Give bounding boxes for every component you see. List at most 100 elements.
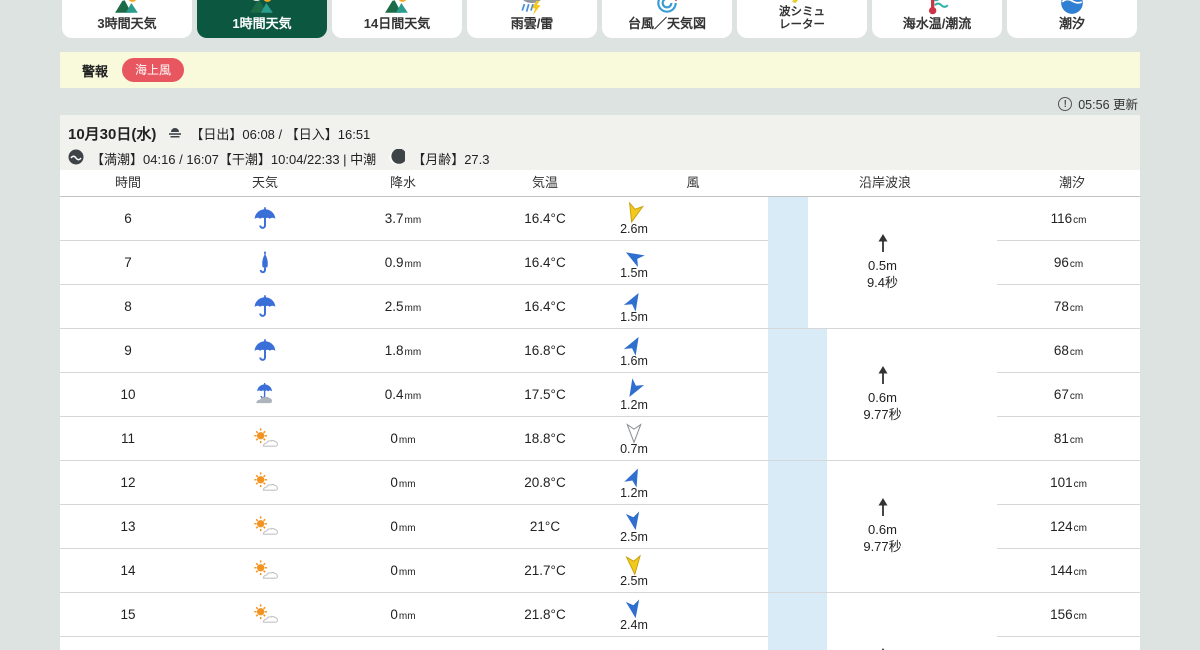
weather-scene-icon [384, 0, 410, 16]
hour-label: 10 [120, 387, 136, 402]
precip-value: 0.9 mm [384, 255, 422, 270]
hour-label: 12 [120, 475, 136, 490]
table-row: 10 0.4 mm 17.5°C 1.2m [60, 373, 768, 417]
date-header: 10月30日(水) 【日出】06:08 / 【日入】16:51 【満潮】04:1… [60, 115, 1140, 170]
weather-none-icon [235, 637, 295, 650]
wave-height-text: 0.6m [868, 522, 897, 538]
col-header-wind: 風 [686, 175, 700, 190]
tide-level-cell: 116 cm [997, 197, 1140, 241]
hour-label: 7 [124, 255, 132, 270]
precip-value: 1.8 mm [384, 343, 422, 358]
weather-scene-icon [249, 0, 275, 16]
wind-cell: 2.5m [604, 505, 664, 548]
hour-label [60, 637, 196, 650]
tide-level-cell: 124 cm [997, 505, 1140, 549]
temp-value: 16.8°C [524, 343, 566, 358]
wind-cell: 2.4m [604, 593, 664, 636]
table-row: 15 0 mm 21.8°C 2.4m [60, 593, 768, 637]
hour-label: 8 [124, 299, 132, 314]
tab-typhoon-chart[interactable]: 台風／天気図 [602, 0, 732, 38]
rain-lightning-icon [519, 0, 545, 16]
temp-value: 17.5°C [524, 387, 566, 402]
temp-value: 21.7°C [524, 563, 566, 578]
temp-value: 20.8°C [524, 475, 566, 490]
wave-up-arrow-icon [876, 233, 890, 258]
wave-cell: 0.6m 9.77秒 [768, 461, 997, 593]
wind-cell [604, 637, 664, 650]
tab-wave-simulator[interactable]: 波シミュ レーター [737, 0, 867, 38]
wave-simulator-icon [789, 0, 815, 5]
sea-wind-warning-badge[interactable]: 海上風 [122, 58, 185, 82]
wave-up-arrow-icon [876, 497, 890, 522]
weather-rain-icon [235, 329, 295, 372]
precip-value [353, 637, 453, 650]
tide-level-cell: 144 cm [997, 549, 1140, 593]
temp-value: 16.4°C [524, 211, 566, 226]
wind-cell: 2.6m [604, 197, 664, 240]
tab-1hour-weather[interactable]: 1時間天気 [197, 0, 327, 38]
precip-value: 2.5 mm [384, 299, 422, 314]
wind-direction-arrow-icon [623, 422, 645, 444]
wind-cell: 1.2m [604, 373, 664, 416]
weather-scene-icon [114, 0, 140, 16]
precip-value: 0 mm [390, 431, 416, 446]
tide-level-cell [997, 637, 1140, 650]
temp-value: 21.8°C [524, 607, 566, 622]
table-row: 6 3.7 mm 16.4°C 2.6m [60, 197, 768, 241]
hourly-table: 6 3.7 mm 16.4°C 2.6m 7 0.9 mm 16.4°C 1.5m 8 2.5 mm 16… [60, 197, 1140, 650]
moon-age-text: 【月齢】27.3 [412, 152, 490, 167]
warning-label: 警報 [82, 63, 109, 79]
wave-period-text: 9.4秒 [866, 274, 899, 290]
weather-page: 3時間天気 1時間天気 14日間天気 雨雲/雷 台風／天気図 波シミュ レーター [0, 0, 1200, 650]
table-row: 13 0 mm 21°C 2.5m [60, 505, 768, 549]
temp-value: 18.8°C [524, 431, 566, 446]
wind-direction-arrow-icon [620, 645, 648, 650]
hour-label: 6 [124, 211, 132, 226]
table-row: 9 1.8 mm 16.8°C 1.6m [60, 329, 768, 373]
tab-label: 雨雲/雷 [510, 16, 554, 32]
tide-level-cell: 78 cm [997, 285, 1140, 329]
tide-wave-icon [68, 149, 84, 168]
wave-cell: 0.6m 9.77秒 [768, 329, 997, 461]
wind-cell: 1.6m [604, 329, 664, 372]
tab-label: 海水温/潮流 [902, 16, 972, 32]
temp-value: 16.4°C [524, 255, 566, 270]
info-icon[interactable]: ! [1058, 96, 1073, 111]
sea-temp-icon [924, 0, 950, 16]
tab-14day-weather[interactable]: 14日間天気 [332, 0, 462, 38]
weather-sun-cloud-icon [235, 549, 295, 592]
tab-sea-temp-current[interactable]: 海水温/潮流 [872, 0, 1002, 38]
precip-value: 0 mm [390, 475, 416, 490]
wave-height-text: 0.6m [868, 390, 897, 406]
sunset-icon [167, 124, 183, 143]
temp-value [495, 637, 595, 650]
weather-rain-icon [235, 285, 295, 328]
tab-3hour-weather[interactable]: 3時間天気 [62, 0, 192, 38]
tab-label: 1時間天気 [232, 16, 292, 32]
tab-label: 台風／天気図 [627, 16, 706, 32]
wave-cell: 0.5m 9.4秒 [768, 197, 997, 329]
wind-cell: 1.2m [604, 461, 664, 504]
typhoon-icon [654, 0, 680, 16]
wave-height-text: 0.5m [868, 258, 897, 274]
weather-rain-closed-icon [235, 241, 295, 284]
tab-rain-cloud-lightning[interactable]: 雨雲/雷 [467, 0, 597, 38]
hour-label: 14 [120, 563, 136, 578]
precip-value: 0 mm [390, 563, 416, 578]
weather-sun-cloud-icon [235, 593, 295, 636]
hour-label: 9 [124, 343, 132, 358]
wind-direction-arrow-icon [621, 596, 646, 621]
table-row: 7 0.9 mm 16.4°C 1.5m [60, 241, 768, 285]
precip-value: 3.7 mm [384, 211, 422, 226]
weather-rain-icon [235, 197, 295, 240]
col-header-wave: 沿岸波浪 [858, 175, 911, 190]
col-header-temp: 気温 [531, 175, 558, 190]
tab-tide[interactable]: 潮汐 [1007, 0, 1137, 38]
table-row: 8 2.5 mm 16.4°C 1.5m [60, 285, 768, 329]
temp-value: 21°C [529, 519, 561, 534]
date-label: 10月30日(水) [68, 126, 157, 143]
wave-period-text: 9.77秒 [863, 538, 902, 554]
tide-level-cell: 67 cm [997, 373, 1140, 417]
wind-cell: 1.5m [604, 241, 664, 284]
weather-sun-cloud-icon [235, 461, 295, 504]
